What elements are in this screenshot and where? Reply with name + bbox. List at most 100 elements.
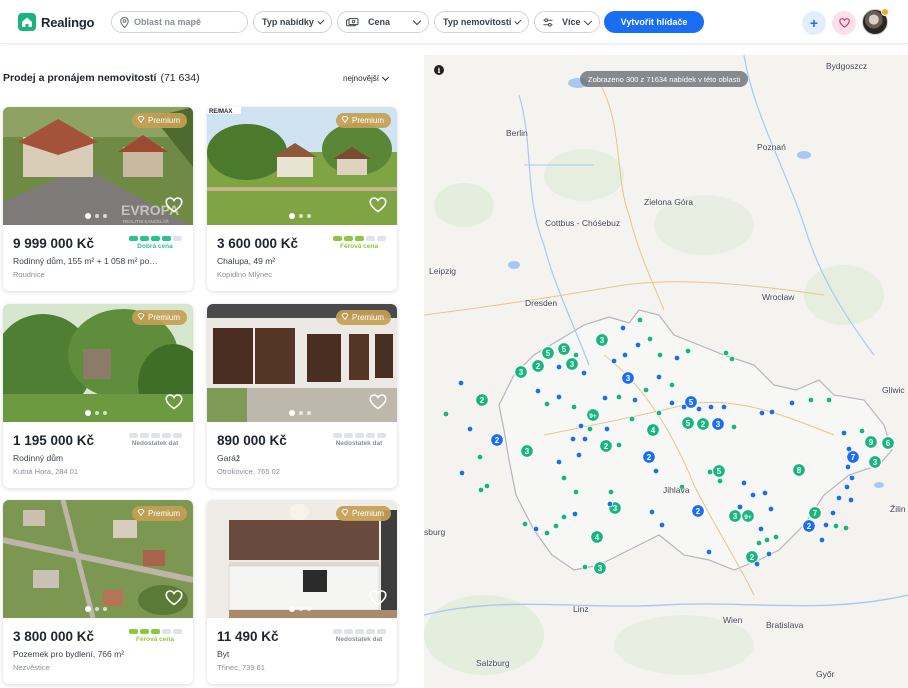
map-property-marker[interactable] bbox=[753, 560, 761, 568]
map-property-marker[interactable] bbox=[656, 351, 664, 359]
more-filters-dropdown[interactable]: Více bbox=[534, 11, 600, 33]
map-property-marker[interactable] bbox=[601, 394, 609, 402]
map-cluster-marker[interactable]: 5 bbox=[711, 463, 727, 479]
map-property-marker[interactable] bbox=[571, 510, 579, 518]
map-property-marker[interactable] bbox=[543, 529, 551, 537]
map-property-marker[interactable] bbox=[476, 453, 484, 461]
map-cluster-marker[interactable]: 5 bbox=[556, 341, 572, 357]
listing-card[interactable]: Premium 3 800 000 Kč Pozemek pro bydlení, … bbox=[3, 500, 193, 684]
map-property-marker[interactable] bbox=[772, 533, 780, 541]
map-cluster-marker[interactable]: 3 bbox=[564, 356, 580, 372]
map-property-marker[interactable] bbox=[606, 500, 614, 508]
map-property-marker[interactable] bbox=[534, 387, 542, 395]
map-property-marker[interactable] bbox=[740, 479, 748, 487]
map-property-marker[interactable] bbox=[706, 468, 714, 476]
map-cluster-marker[interactable]: 2 bbox=[598, 438, 614, 454]
map-property-marker[interactable] bbox=[847, 496, 855, 504]
map-property-marker[interactable] bbox=[848, 474, 856, 482]
map-property-marker[interactable] bbox=[580, 369, 588, 377]
photo-carousel-dots[interactable] bbox=[289, 410, 311, 416]
map-cluster-marker[interactable]: 4 bbox=[589, 529, 605, 545]
map-property-marker[interactable] bbox=[749, 491, 757, 499]
add-listing-button[interactable]: + bbox=[802, 11, 826, 35]
map-cluster-marker[interactable]: 4 bbox=[645, 422, 661, 438]
map-property-marker[interactable] bbox=[572, 488, 580, 496]
price-dropdown[interactable]: Cena bbox=[337, 11, 429, 33]
map-property-marker[interactable] bbox=[767, 505, 775, 513]
map-property-marker[interactable] bbox=[736, 503, 744, 511]
map-property-marker[interactable] bbox=[768, 408, 776, 416]
realingo-logo[interactable]: Realingo bbox=[18, 12, 94, 32]
map-property-marker[interactable] bbox=[457, 379, 465, 387]
map-cluster-marker[interactable]: 2 bbox=[530, 358, 546, 374]
map-property-marker[interactable] bbox=[668, 381, 676, 389]
map-info-icon[interactable]: i bbox=[434, 65, 444, 75]
map-cluster-marker[interactable]: 3 bbox=[592, 560, 608, 576]
map-property-marker[interactable] bbox=[695, 405, 703, 413]
map-cluster-marker[interactable]: 7 bbox=[845, 449, 861, 465]
property-type-dropdown[interactable]: Typ nemovitosti bbox=[434, 11, 529, 33]
favorite-heart-icon[interactable] bbox=[165, 197, 183, 218]
photo-carousel-dots[interactable] bbox=[289, 213, 311, 219]
map-property-marker[interactable] bbox=[755, 539, 763, 547]
map-cluster-marker[interactable]: 2 bbox=[801, 518, 817, 534]
map-property-marker[interactable] bbox=[555, 458, 563, 466]
map-property-marker[interactable] bbox=[788, 399, 796, 407]
map-property-marker[interactable] bbox=[610, 357, 618, 365]
map-cluster-marker[interactable]: 7 bbox=[807, 505, 823, 521]
map-cluster-marker[interactable]: 3 bbox=[513, 364, 529, 380]
map-property-marker[interactable] bbox=[655, 373, 663, 381]
map-property-marker[interactable] bbox=[720, 403, 728, 411]
map-property-marker[interactable] bbox=[845, 445, 853, 453]
map-property-marker[interactable] bbox=[619, 324, 627, 332]
map-property-marker[interactable] bbox=[642, 386, 650, 394]
map-property-marker[interactable] bbox=[555, 393, 563, 401]
map-property-marker[interactable] bbox=[628, 415, 636, 423]
map-cluster-marker[interactable]: 3 bbox=[620, 370, 636, 386]
map-property-marker[interactable] bbox=[655, 409, 663, 417]
favorite-heart-icon[interactable] bbox=[165, 590, 183, 611]
map-property-marker[interactable] bbox=[532, 525, 540, 533]
map-cluster-marker[interactable]: 3 bbox=[727, 508, 743, 524]
map-property-marker[interactable] bbox=[832, 522, 840, 530]
map-property-marker[interactable] bbox=[483, 482, 491, 490]
map-cluster-marker[interactable]: 9+ bbox=[740, 508, 756, 524]
map-property-marker[interactable] bbox=[707, 403, 715, 411]
map-property-marker[interactable] bbox=[829, 509, 837, 517]
map-property-marker[interactable] bbox=[728, 355, 736, 363]
favorite-heart-icon[interactable] bbox=[369, 590, 387, 611]
listing-card[interactable]: Premium 11 490 Kč Byt Třinec, 739 61 Nedosta… bbox=[207, 500, 397, 684]
map-cluster-marker[interactable]: 2 bbox=[641, 449, 657, 465]
map-property-marker[interactable] bbox=[730, 423, 738, 431]
map-property-marker[interactable] bbox=[552, 522, 560, 530]
results-map[interactable]: 3 5 5 2 3 3 2 3 3 9+ 5 5 2 3 4 2 2 5 2 8 9 6 7 3 2 3 3 9+ 7 2 4 3 2 i Zo… bbox=[424, 55, 908, 688]
create-alert-button[interactable]: Vytvořit hlídače bbox=[604, 11, 704, 33]
map-property-marker[interactable] bbox=[634, 341, 642, 349]
map-cluster-marker[interactable]: 3 bbox=[594, 332, 610, 348]
photo-carousel-dots[interactable] bbox=[289, 606, 311, 612]
map-property-marker[interactable] bbox=[684, 347, 692, 355]
map-property-marker[interactable] bbox=[543, 400, 551, 408]
map-cluster-marker[interactable]: 2 bbox=[690, 503, 706, 519]
map-property-marker[interactable] bbox=[631, 396, 639, 404]
map-property-marker[interactable] bbox=[825, 396, 833, 404]
map-property-marker[interactable] bbox=[658, 521, 666, 529]
map-cluster-marker[interactable]: 6 bbox=[880, 435, 896, 451]
favorite-heart-icon[interactable] bbox=[165, 394, 183, 415]
map-property-marker[interactable] bbox=[577, 422, 585, 430]
map-property-marker[interactable] bbox=[668, 399, 676, 407]
map-property-marker[interactable] bbox=[615, 441, 623, 449]
map-property-marker[interactable] bbox=[458, 469, 466, 477]
map-property-marker[interactable] bbox=[555, 363, 563, 371]
map-property-marker[interactable] bbox=[807, 396, 815, 404]
map-property-marker[interactable] bbox=[840, 429, 848, 437]
map-property-marker[interactable] bbox=[858, 427, 866, 435]
map-property-marker[interactable] bbox=[636, 316, 644, 324]
map-property-marker[interactable] bbox=[818, 536, 826, 544]
map-property-marker[interactable] bbox=[581, 435, 589, 443]
photo-carousel-dots[interactable] bbox=[85, 410, 107, 416]
map-property-marker[interactable] bbox=[763, 536, 771, 544]
listing-card[interactable]: EVROPA REALITNÍ KANCELÁŘ Premium 9 999 000 … bbox=[3, 107, 193, 291]
map-cluster-marker[interactable]: 3 bbox=[710, 416, 726, 432]
favorites-button[interactable] bbox=[832, 11, 856, 35]
